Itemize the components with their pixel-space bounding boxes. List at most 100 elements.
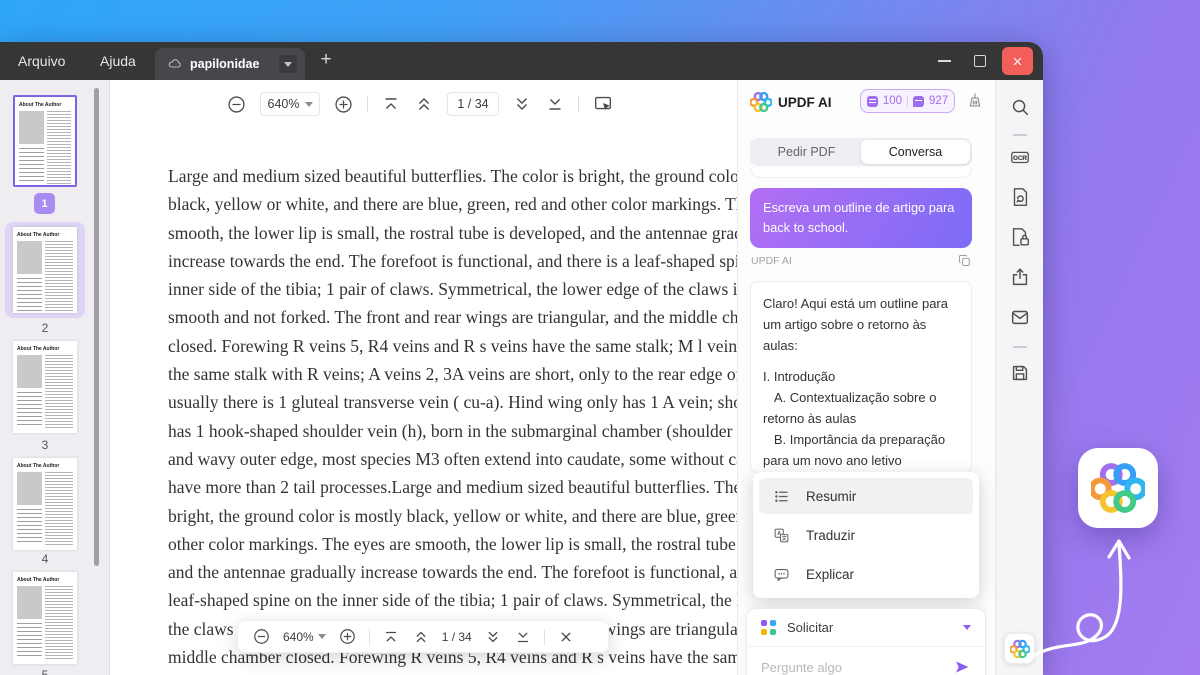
- new-tab-button[interactable]: +: [310, 42, 342, 80]
- divider: [1013, 346, 1027, 348]
- thumbnail-scrollbar[interactable]: [94, 88, 99, 566]
- titlebar: Arquivo Ajuda papilonidae +: [0, 42, 1043, 80]
- close-button[interactable]: [1002, 47, 1033, 75]
- menu-item-traduzir[interactable]: Traduzir: [759, 517, 973, 553]
- text-line: usually there is 1 gluteal transverse ve…: [168, 392, 737, 413]
- text-line: inner side of the tibia; 1 pair of claws…: [168, 279, 737, 300]
- ask-input[interactable]: [761, 659, 945, 675]
- zoom-level-dropdown[interactable]: 640%: [260, 92, 320, 116]
- zoom-in-button[interactable]: [338, 627, 357, 646]
- close-toolbar-button[interactable]: [557, 628, 575, 646]
- ai-credits-badge[interactable]: 100 927: [860, 89, 955, 113]
- menu-item-label: Traduzir: [806, 527, 856, 543]
- send-icon[interactable]: [953, 658, 971, 675]
- copy-icon[interactable]: [957, 253, 972, 268]
- extract-lock-button[interactable]: [1009, 226, 1031, 248]
- last-page-button[interactable]: [514, 628, 532, 646]
- page-number-3: 3: [41, 438, 49, 452]
- zoom-out-button[interactable]: [226, 94, 247, 115]
- zoom-in-button[interactable]: [333, 94, 354, 115]
- pdf-page-text[interactable]: Large and medium sized beautiful butterf…: [168, 162, 737, 675]
- page-thumbnail-5[interactable]: About The Author: [13, 572, 77, 664]
- next-page-button[interactable]: [512, 94, 532, 114]
- document-credit-icon: [866, 95, 878, 107]
- floating-page-toolbar: 640% 1 / 34: [237, 620, 609, 653]
- document-credit-count: 100: [882, 95, 902, 107]
- page-thumbnail-2[interactable]: About The Author: [5, 222, 85, 318]
- share-button[interactable]: [1009, 266, 1031, 288]
- ocr-label: OCR: [1013, 156, 1027, 162]
- ai-sender-label: UPDF AI: [751, 254, 792, 267]
- text-line: and wavy outer edge, most species M3 oft…: [168, 448, 737, 469]
- divider: [907, 95, 908, 107]
- zoom-level-dropdown[interactable]: 640%: [283, 630, 326, 644]
- thumbnail-image: [19, 111, 44, 144]
- translate-icon: [773, 527, 790, 544]
- text-line: closed. Forewing R veins 5, R4 veins and…: [168, 335, 737, 356]
- ai-input-card: Solicitar: [746, 608, 986, 675]
- ai-sender-row: UPDF AI: [751, 253, 972, 268]
- page-number-input[interactable]: 1 / 34: [442, 630, 472, 644]
- page-number-input[interactable]: 1 / 34: [447, 92, 499, 116]
- thumbnail-title: About The Author: [17, 232, 60, 238]
- menu-arquivo[interactable]: Arquivo: [6, 42, 77, 80]
- menu-item-label: Explicar: [806, 566, 855, 582]
- maximize-button[interactable]: [974, 55, 986, 67]
- document-tab-label: papilonidae: [190, 57, 260, 71]
- ai-mode-tabs: Pedir PDF Conversa: [750, 138, 972, 166]
- chevron-down-icon: [317, 634, 326, 639]
- ask-input-row: [747, 647, 985, 675]
- previous-message-remnant: [750, 168, 972, 178]
- page-number-2: 2: [41, 321, 49, 335]
- response-paragraph: I. Introdução A. Contextualização sobre …: [763, 369, 946, 468]
- tab-options-button[interactable]: [279, 55, 297, 73]
- thumbnail-panel: About The Author 1 About The Author 2 Ab…: [0, 80, 110, 675]
- ocr-button[interactable]: OCR: [1009, 146, 1031, 168]
- mail-button[interactable]: [1009, 306, 1031, 328]
- text-line: has 1 hook-shaped shoulder vein (h), bor…: [168, 420, 737, 441]
- clear-conversation-button[interactable]: [966, 92, 984, 110]
- presentation-mode-button[interactable]: [592, 93, 614, 115]
- user-message-bubble: Escreva um outline de artigo para back t…: [750, 188, 972, 248]
- chat-explain-icon: [773, 566, 790, 583]
- convert-button[interactable]: [1009, 186, 1031, 208]
- thumbnail-title: About The Author: [19, 102, 62, 108]
- ai-quick-actions-menu: Resumir Traduzir Explicar: [753, 472, 979, 598]
- solicitar-dropdown[interactable]: Solicitar: [747, 609, 985, 647]
- hand-drawn-arrow: [1028, 539, 1131, 660]
- updf-app-logo-card: [1078, 448, 1158, 528]
- last-page-button[interactable]: [545, 94, 565, 114]
- first-page-button[interactable]: [382, 628, 400, 646]
- updf-ai-logo-icon: [750, 91, 772, 113]
- menu-item-explicar[interactable]: Explicar: [759, 556, 973, 592]
- menu-item-resumir[interactable]: Resumir: [759, 478, 973, 514]
- chevron-down-icon: [284, 61, 292, 67]
- document-tab[interactable]: papilonidae: [155, 48, 305, 80]
- previous-page-button[interactable]: [412, 628, 430, 646]
- ai-panel-header: UPDF AI 100 927: [738, 80, 995, 124]
- text-line: and the antennae gradually increase towa…: [168, 562, 737, 583]
- menu-ajuda[interactable]: Ajuda: [88, 42, 148, 80]
- next-page-button[interactable]: [484, 628, 502, 646]
- search-button[interactable]: [1009, 96, 1031, 118]
- page-number-5: 5: [41, 668, 49, 675]
- previous-page-button[interactable]: [414, 94, 434, 114]
- updf-clover-logo-icon: [1091, 461, 1145, 515]
- text-line: smooth and not forked. The front and rea…: [168, 307, 737, 328]
- desktop: Arquivo Ajuda papilonidae + About The Au…: [0, 0, 1200, 675]
- ai-response-card: Claro! Aqui está um outline para um arti…: [750, 281, 972, 473]
- save-button[interactable]: [1009, 362, 1031, 384]
- menu-item-label: Resumir: [806, 488, 857, 504]
- first-page-button[interactable]: [381, 94, 401, 114]
- tab-conversa[interactable]: Conversa: [861, 140, 970, 164]
- page-thumbnail-4[interactable]: About The Author: [13, 458, 77, 550]
- response-paragraph: Claro! Aqui está um outline para um arti…: [763, 296, 952, 353]
- minimize-button[interactable]: [938, 60, 951, 62]
- page-thumbnail-1[interactable]: About The Author: [13, 95, 77, 187]
- zoom-level-value: 640%: [283, 629, 314, 644]
- page-thumbnail-3[interactable]: About The Author: [13, 341, 77, 433]
- zoom-out-button[interactable]: [252, 627, 271, 646]
- tab-pedir-pdf[interactable]: Pedir PDF: [752, 140, 861, 164]
- text-line: the same stalk with R veins; A veins 2, …: [168, 364, 737, 385]
- page-number-4: 4: [41, 552, 49, 566]
